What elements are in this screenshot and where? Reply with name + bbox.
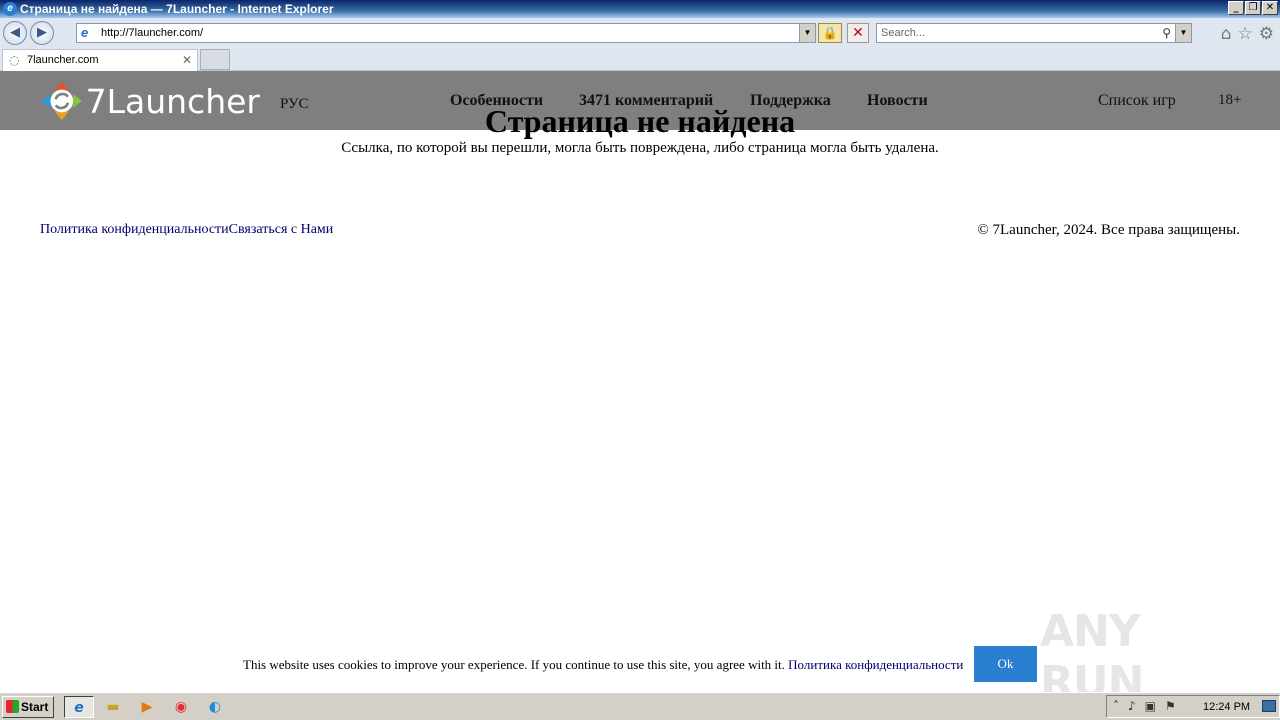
network-icon[interactable]: ▣ [1145, 699, 1156, 713]
clock[interactable]: 12:24 PM [1203, 701, 1250, 713]
page-viewport: 7Launcher РУС Особенности 3471 комментар… [0, 71, 1280, 708]
page-favicon-icon: e [81, 25, 89, 40]
settings-icon[interactable]: ⚙ [1259, 24, 1274, 44]
search-icon[interactable]: ⚲ [1162, 24, 1171, 42]
chrome-icon[interactable]: ◉ [166, 696, 196, 718]
volume-icon[interactable]: ♪ [1128, 699, 1136, 713]
browser-toolbar-icons: ⌂ ☆ ⚙ [1221, 24, 1274, 44]
media-player-icon[interactable]: ▶ [132, 696, 162, 718]
show-desktop-icon[interactable] [1262, 700, 1276, 712]
start-button[interactable]: Start [2, 696, 54, 718]
browser-navbar: ◀ ▶ e http://7launcher.com/ ▼ 🔒 ✕ Search… [0, 18, 1280, 48]
internet-explorer-icon[interactable]: e [64, 696, 94, 718]
window-title: Страница не найдена — 7Launcher - Intern… [20, 2, 334, 16]
forward-icon[interactable]: ▶ [30, 21, 54, 45]
back-icon[interactable]: ◀ [3, 21, 27, 45]
home-icon[interactable]: ⌂ [1221, 24, 1232, 44]
action-center-flag-icon[interactable]: ⚑ [1165, 699, 1176, 713]
cookie-text: This website uses cookies to improve you… [243, 657, 785, 672]
tab-7launcher[interactable]: ◌ 7launcher.com ✕ [2, 49, 198, 71]
copyright: © 7Launcher, 2024. Все права защищены. [977, 222, 1240, 238]
tab-label: 7launcher.com [27, 54, 99, 66]
taskbar: Start e ▬ ▶ ◉ ◐ ˄ ♪ ▣ ⚑ 12:24 PM [0, 692, 1280, 720]
footer-links: Политика конфиденциальностиСвязаться с Н… [40, 222, 333, 238]
search-placeholder: Search... [881, 27, 926, 39]
system-tray: ˄ ♪ ▣ ⚑ 12:24 PM [1106, 695, 1280, 718]
address-dropdown-icon[interactable]: ▼ [799, 24, 815, 42]
cookie-privacy-link[interactable]: Политика конфиденциальности [788, 657, 963, 672]
window-controls: _ ❐ ✕ [1228, 1, 1278, 15]
minimize-button[interactable]: _ [1228, 1, 1244, 15]
not-found-message: Ссылка, по которой вы перешли, могла быт… [341, 140, 939, 156]
favorites-icon[interactable]: ☆ [1238, 24, 1253, 44]
tab-close-icon[interactable]: ✕ [182, 50, 192, 71]
address-value: http://7launcher.com/ [101, 27, 204, 39]
close-button[interactable]: ✕ [1262, 1, 1278, 15]
cookie-text-wrap: This website uses cookies to improve you… [243, 657, 963, 673]
address-bar[interactable]: e http://7launcher.com/ ▼ [76, 23, 816, 43]
tab-bar: ◌ 7launcher.com ✕ [0, 48, 1280, 71]
page-title: Страница не найдена [484, 103, 796, 139]
tray-expand-icon[interactable]: ˄ [1113, 699, 1119, 713]
restore-button[interactable]: ❐ [1245, 1, 1261, 15]
search-dropdown-icon[interactable]: ▼ [1175, 24, 1191, 42]
loading-icon: ◌ [9, 53, 20, 67]
start-label: Start [21, 700, 49, 714]
edge-icon[interactable]: ◐ [200, 696, 230, 718]
contact-link[interactable]: Связаться с Нами [229, 222, 334, 237]
tray-icons: ˄ ♪ ▣ ⚑ [1113, 699, 1176, 713]
search-input[interactable]: Search... ⚲ ▼ [876, 23, 1192, 43]
cookie-ok-button[interactable]: Ok [974, 646, 1037, 682]
cookie-banner: This website uses cookies to improve you… [0, 645, 1280, 685]
stop-icon[interactable]: ✕ [847, 23, 869, 43]
internet-explorer-icon: e [3, 2, 17, 16]
privacy-link[interactable]: Политика конфиденциальности [40, 222, 229, 237]
lock-icon[interactable]: 🔒 [818, 23, 842, 43]
file-explorer-icon[interactable]: ▬ [98, 696, 128, 718]
windows-icon [6, 700, 19, 713]
window-titlebar: e Страница не найдена — 7Launcher - Inte… [0, 0, 1280, 18]
new-tab-button[interactable] [200, 49, 230, 70]
